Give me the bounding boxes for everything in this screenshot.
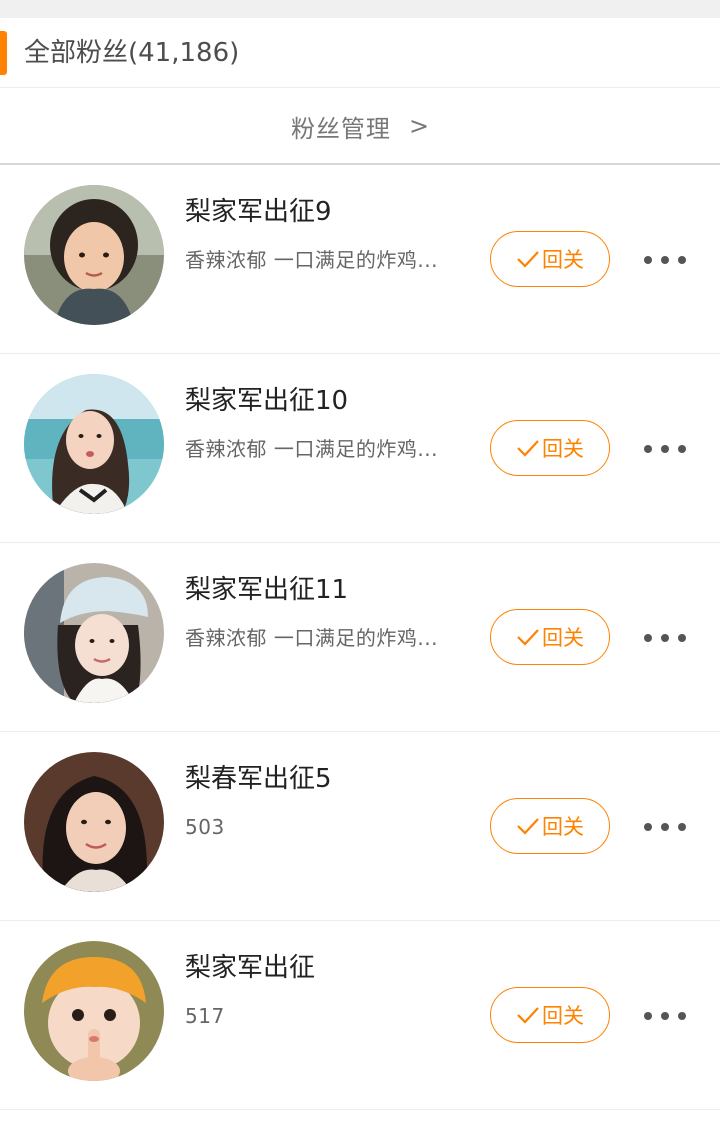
more-options-icon[interactable] — [640, 812, 690, 842]
checkmark-icon — [517, 251, 539, 268]
avatar[interactable] — [24, 752, 164, 892]
fan-name[interactable]: 梨家军出征10 — [185, 384, 348, 418]
fan-name[interactable]: 梨春军出征5 — [185, 762, 332, 796]
fan-name[interactable]: 梨家军出征 — [185, 951, 315, 985]
checkmark-icon — [517, 629, 539, 646]
follow-back-button[interactable]: 回关 — [490, 420, 610, 476]
follow-back-button[interactable]: 回关 — [490, 609, 610, 665]
user-avatar-photo-icon — [24, 374, 164, 514]
fan-list-item[interactable]: 梨家军出征11 香辣浓郁 一口满足的炸鸡... 回关 — [0, 543, 720, 732]
fan-management-label: 粉丝管理 — [290, 114, 391, 143]
checkmark-icon — [517, 440, 539, 457]
follow-back-label: 回关 — [542, 1004, 584, 1028]
section-title: 全部粉丝(41,186) — [24, 38, 240, 68]
follow-back-label: 回关 — [542, 815, 584, 839]
checkmark-icon — [517, 1007, 539, 1024]
follow-back-button[interactable]: 回关 — [490, 798, 610, 854]
follow-back-button[interactable]: 回关 — [490, 231, 610, 287]
avatar[interactable] — [24, 941, 164, 1081]
user-avatar-photo-icon — [24, 563, 164, 703]
follow-back-label: 回关 — [542, 626, 584, 650]
fan-description: 503 — [185, 815, 225, 839]
fan-management-link[interactable]: 粉丝管理 > — [0, 88, 720, 164]
avatar[interactable] — [24, 374, 164, 514]
fan-list-item[interactable]: 梨家军出征10 香辣浓郁 一口满足的炸鸡... 回关 — [0, 354, 720, 543]
fan-description: 香辣浓郁 一口满足的炸鸡... — [185, 626, 438, 650]
fan-name[interactable]: 梨家军出征9 — [185, 195, 332, 229]
more-options-icon[interactable] — [640, 245, 690, 275]
user-avatar-photo-icon — [24, 941, 164, 1081]
fan-description: 香辣浓郁 一口满足的炸鸡... — [185, 248, 438, 272]
section-accent-bar — [0, 31, 7, 75]
fan-description: 香辣浓郁 一口满足的炸鸡... — [185, 437, 438, 461]
more-options-icon[interactable] — [640, 1001, 690, 1031]
fan-name[interactable]: 梨家军出征11 — [185, 573, 348, 607]
more-options-icon[interactable] — [640, 434, 690, 464]
fan-list-item[interactable]: 梨家军出征 517 回关 — [0, 921, 720, 1110]
avatar[interactable] — [24, 185, 164, 325]
fan-list-item[interactable]: 梨春军出征5 503 回关 — [0, 732, 720, 921]
chevron-right-icon: > — [408, 112, 430, 140]
fan-description: 517 — [185, 1004, 225, 1028]
follow-back-label: 回关 — [542, 437, 584, 461]
user-avatar-photo-icon — [24, 752, 164, 892]
user-avatar-photo-icon — [24, 185, 164, 325]
fan-list-item[interactable]: 梨家军出征9 香辣浓郁 一口满足的炸鸡... 回关 — [0, 165, 720, 354]
follow-back-label: 回关 — [542, 248, 584, 272]
more-options-icon[interactable] — [640, 623, 690, 653]
top-spacer — [0, 0, 720, 18]
checkmark-icon — [517, 818, 539, 835]
follow-back-button[interactable]: 回关 — [490, 987, 610, 1043]
avatar[interactable] — [24, 563, 164, 703]
divider — [0, 1109, 720, 1110]
